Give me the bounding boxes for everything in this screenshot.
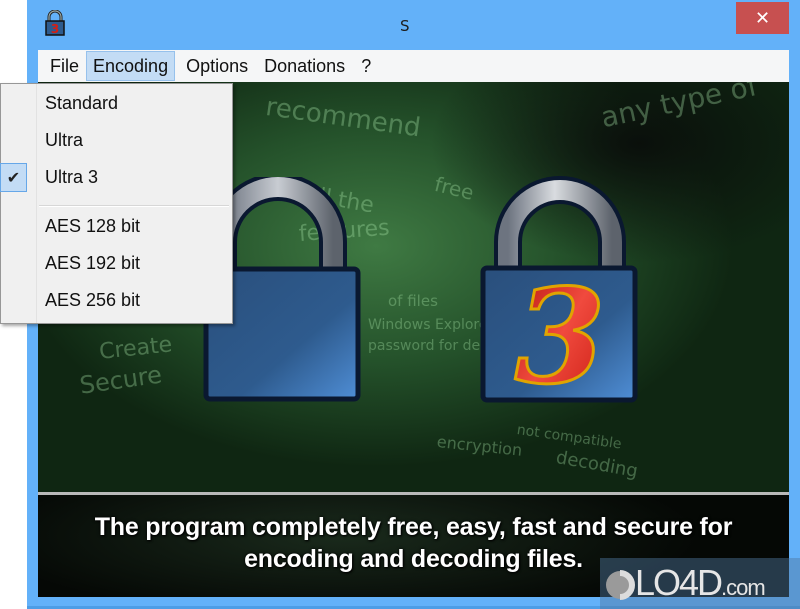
close-button[interactable]: ✕	[736, 2, 789, 34]
menu-item-ultra[interactable]: Ultra	[1, 124, 232, 158]
menu-item-label: AES 192 bit	[45, 253, 141, 273]
background-word: Secure	[78, 360, 164, 400]
window-border	[789, 0, 800, 609]
background-word: decoding	[554, 447, 640, 483]
background-word: of files	[388, 292, 438, 310]
watermark-logo-icon	[606, 570, 635, 600]
encoding-dropdown-menu: Standard Ultra ✔ Ultra 3 AES 128 bit AES…	[0, 83, 233, 324]
padlock-number-icon: 3	[480, 176, 638, 406]
checkmark-icon: ✔	[0, 163, 27, 192]
app-lock-icon: 3	[45, 10, 65, 36]
window-title: S	[400, 17, 410, 35]
background-word: Create	[98, 332, 174, 365]
menu-encoding[interactable]: Encoding	[86, 51, 176, 81]
menu-item-label: Standard	[45, 93, 119, 113]
background-word: any type of	[598, 82, 761, 135]
menu-separator	[39, 205, 229, 207]
menu-item-aes-192[interactable]: AES 192 bit	[1, 247, 232, 281]
menu-bar: File Encoding Options Donations ?	[38, 50, 789, 82]
watermark-text: LO4D.com	[635, 562, 766, 603]
background-word: free	[432, 172, 477, 205]
menu-file[interactable]: File	[44, 51, 85, 81]
background-word: not compatible	[515, 422, 623, 453]
menu-item-aes-128[interactable]: AES 128 bit	[1, 210, 232, 244]
menu-item-label: Ultra 3	[45, 167, 99, 187]
menu-item-label: AES 128 bit	[45, 216, 141, 236]
menu-options[interactable]: Options	[180, 51, 254, 81]
menu-item-label: Ultra	[45, 130, 84, 150]
svg-text:3: 3	[51, 22, 59, 36]
menu-help[interactable]: ?	[355, 51, 377, 81]
caption-line-1: The program completely free, easy, fast …	[94, 513, 733, 541]
background-word: recommend	[263, 92, 423, 144]
background-word: Windows Explorer	[368, 317, 494, 333]
lock-number: 3	[515, 260, 605, 406]
menu-donations[interactable]: Donations	[258, 51, 351, 81]
close-icon: ✕	[754, 7, 771, 29]
menu-item-label: AES 256 bit	[45, 290, 141, 310]
menu-item-standard[interactable]: Standard	[1, 87, 232, 121]
menu-item-aes-256[interactable]: AES 256 bit	[1, 284, 232, 318]
background-word: encryption	[436, 432, 524, 460]
menu-item-ultra-3[interactable]: ✔ Ultra 3	[0, 161, 232, 195]
